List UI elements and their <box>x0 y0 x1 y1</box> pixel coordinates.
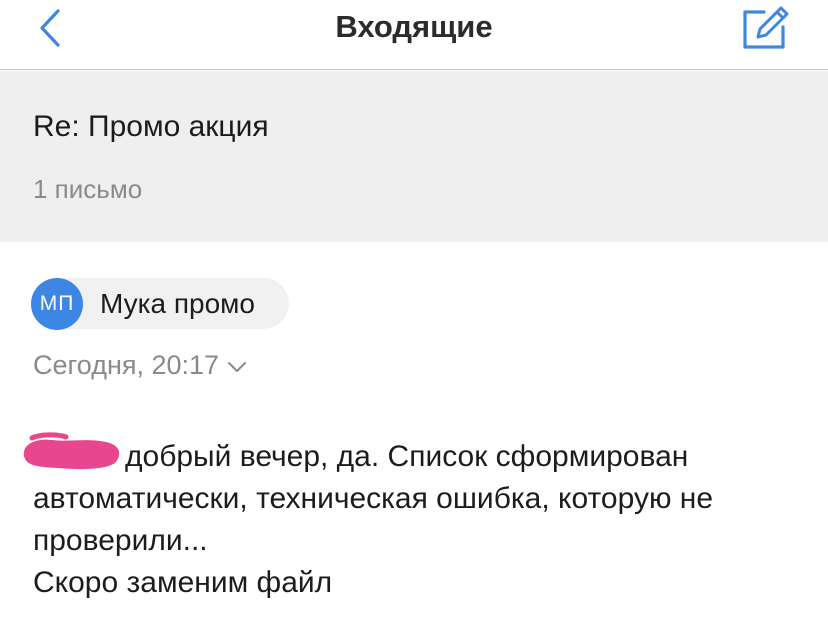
message-body: добрый вечер, да. Список сформирован авт… <box>33 436 813 604</box>
thread-subject: Re: Промо акция <box>33 110 269 143</box>
avatar: МП <box>31 277 83 330</box>
message-body-line: Скоро заменим файл <box>33 566 333 599</box>
navigation-bar: Входящие <box>0 0 828 70</box>
compose-button[interactable] <box>738 2 792 52</box>
thread-header: Re: Промо акция 1 письмо <box>0 71 828 242</box>
message-date-toggle[interactable]: Сегодня, 20:17 <box>33 348 247 382</box>
page-title: Входящие <box>335 9 493 44</box>
message-count: 1 письмо <box>33 174 143 204</box>
message-body-line: добрый вечер, да. Список сформирован <box>125 440 689 473</box>
message-date: Сегодня, 20:17 <box>33 350 220 380</box>
chevron-down-icon <box>228 362 247 372</box>
message-body-line: автоматически, техническая ошибка, котор… <box>33 482 714 515</box>
compose-icon <box>743 6 789 49</box>
sender-chip[interactable]: МП Мука промо <box>31 277 289 330</box>
message-body-line: проверили... <box>33 524 208 557</box>
sender-name: Мука промо <box>100 287 255 319</box>
